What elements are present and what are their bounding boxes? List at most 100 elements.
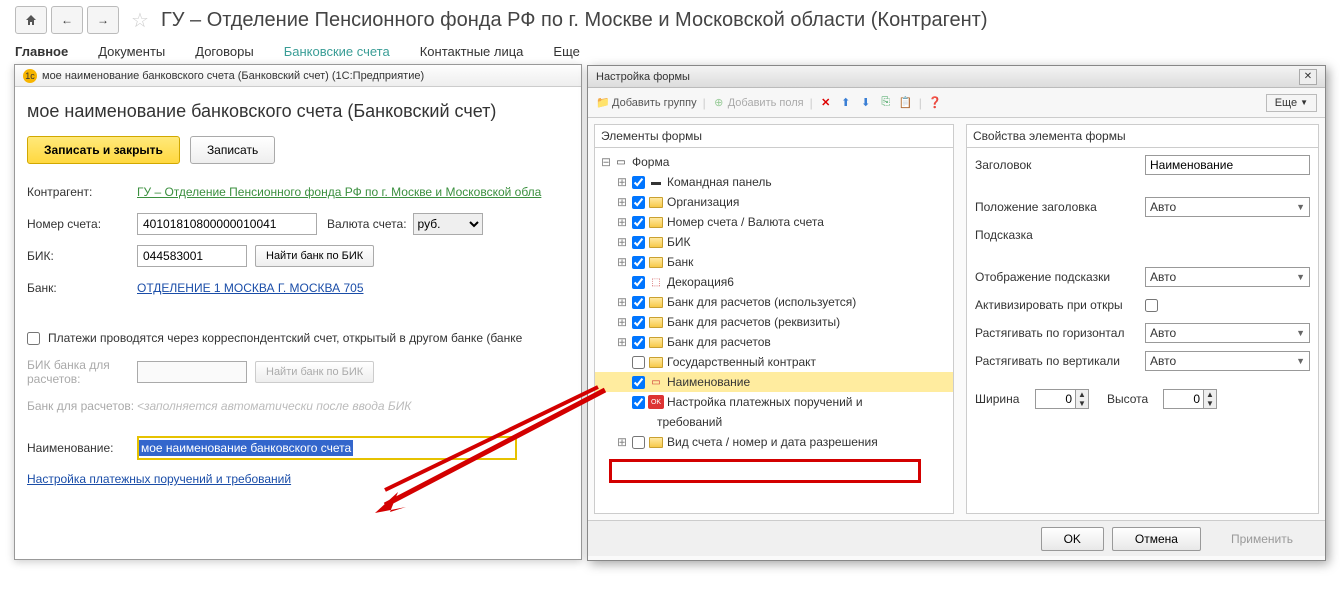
tree-item[interactable]: ⬚Декорация6 [595, 272, 953, 292]
tree-item[interactable]: ⊞БИК [595, 232, 953, 252]
tree-checkbox[interactable] [632, 356, 645, 369]
tree-checkbox[interactable] [632, 336, 645, 349]
find-bank-button[interactable]: Найти банк по БИК [255, 245, 374, 267]
label-counterparty: Контрагент: [27, 185, 137, 199]
more-menu-button[interactable]: Еще▼ [1266, 94, 1317, 112]
chevron-down-icon: ▼ [1296, 356, 1305, 366]
ok-icon: OK [648, 395, 664, 409]
folder-icon [648, 195, 664, 209]
tree-root[interactable]: ⊟▭Форма [595, 152, 953, 172]
tree-item[interactable]: ⊞▬Командная панель [595, 172, 953, 192]
tree-item[interactable]: ⊞Вид счета / номер и дата разрешения [595, 432, 953, 452]
tree-checkbox[interactable] [632, 276, 645, 289]
prop-input-height[interactable] [1163, 389, 1203, 409]
expand-icon[interactable]: ⊞ [615, 195, 629, 209]
tree-item[interactable]: Государственный контракт [595, 352, 953, 372]
input-bik2[interactable] [137, 361, 247, 383]
prop-input-width[interactable] [1035, 389, 1075, 409]
input-name[interactable]: мое наименование банковского счета [137, 436, 517, 460]
cancel-button[interactable]: Отмена [1112, 527, 1201, 551]
add-group-button[interactable]: 📁Добавить группу [596, 96, 697, 110]
tab-main[interactable]: Главное [15, 44, 68, 59]
tree-item-cont: требований [595, 412, 953, 432]
save-and-close-button[interactable]: Записать и закрыть [27, 136, 180, 164]
annotation-highlight [609, 459, 921, 483]
expand-icon[interactable]: ⊞ [615, 315, 629, 329]
expand-icon[interactable]: ⊞ [615, 175, 629, 189]
favorite-star-icon[interactable]: ☆ [131, 8, 149, 33]
tree-item[interactable]: OKНастройка платежных поручений и [595, 392, 953, 412]
folder-icon [648, 295, 664, 309]
app-icon: 1c [23, 69, 37, 83]
dialog-title: мое наименование банковского счета (Банк… [42, 70, 424, 82]
move-down-icon[interactable]: ⬇ [859, 96, 873, 110]
spinner[interactable]: ▲▼ [1203, 389, 1217, 409]
tree-checkbox[interactable] [632, 296, 645, 309]
spinner[interactable]: ▲▼ [1075, 389, 1089, 409]
tree-item-name[interactable]: ▭Наименование [595, 372, 953, 392]
tree-checkbox[interactable] [632, 396, 645, 409]
move-up-icon[interactable]: ⬆ [839, 96, 853, 110]
folder-icon [648, 235, 664, 249]
expand-icon[interactable]: ⊞ [615, 435, 629, 449]
tab-bank-accounts[interactable]: Банковские счета [284, 44, 390, 59]
paste-icon[interactable]: 📋 [899, 96, 913, 110]
checkbox-correspondent[interactable] [27, 332, 40, 345]
tree-checkbox[interactable] [632, 316, 645, 329]
help-icon[interactable]: ❓ [928, 96, 942, 110]
tree-checkbox[interactable] [632, 376, 645, 389]
input-bik[interactable] [137, 245, 247, 267]
forward-button[interactable]: → [87, 6, 119, 34]
add-icon: ⊕ [712, 96, 726, 110]
copy-icon[interactable]: ⎘ [879, 96, 893, 110]
tree-checkbox[interactable] [632, 436, 645, 449]
tree-checkbox[interactable] [632, 236, 645, 249]
form-icon: ▭ [613, 155, 629, 169]
collapse-icon[interactable]: ⊟ [599, 155, 613, 169]
prop-select-title-pos[interactable]: Авто▼ [1145, 197, 1310, 217]
expand-icon[interactable]: ⊞ [615, 235, 629, 249]
expand-icon[interactable]: ⊞ [615, 335, 629, 349]
apply-button[interactable]: Применить [1209, 527, 1315, 551]
tree-item[interactable]: ⊞Организация [595, 192, 953, 212]
tree-checkbox[interactable] [632, 196, 645, 209]
tree-item[interactable]: ⊞Банк для расчетов (используется) [595, 292, 953, 312]
prop-select-stretch-h[interactable]: Авто▼ [1145, 323, 1310, 343]
prop-select-hint-disp[interactable]: Авто▼ [1145, 267, 1310, 287]
prop-checkbox-activate[interactable] [1145, 299, 1158, 312]
expand-icon[interactable]: ⊞ [615, 215, 629, 229]
delete-icon[interactable]: ✕ [819, 96, 833, 110]
home-button[interactable] [15, 6, 47, 34]
settings-title: Настройка формы [596, 71, 690, 83]
save-button[interactable]: Записать [190, 136, 275, 164]
expand-icon[interactable]: ⊞ [615, 255, 629, 269]
value-counterparty[interactable]: ГУ – Отделение Пенсионного фонда РФ по г… [137, 185, 541, 199]
link-bank[interactable]: ОТДЕЛЕНИЕ 1 МОСКВА Г. МОСКВА 705 [137, 281, 364, 295]
tab-documents[interactable]: Документы [98, 44, 165, 59]
prop-label-stretch-h: Растягивать по горизонтал [975, 326, 1145, 340]
tree-item[interactable]: ⊞Банк [595, 252, 953, 272]
link-payment-settings[interactable]: Настройка платежных поручений и требован… [27, 472, 291, 486]
tree-checkbox[interactable] [632, 256, 645, 269]
select-currency[interactable]: руб. [413, 213, 483, 235]
tab-contacts[interactable]: Контактные лица [420, 44, 524, 59]
prop-input-title[interactable] [1145, 155, 1310, 175]
tab-more[interactable]: Еще [553, 44, 579, 59]
close-button[interactable]: ✕ [1299, 69, 1317, 85]
tab-contracts[interactable]: Договоры [195, 44, 253, 59]
tree-item[interactable]: ⊞Номер счета / Валюта счета [595, 212, 953, 232]
form-settings-dialog: Настройка формы ✕ 📁Добавить группу | ⊕До… [587, 65, 1326, 561]
tree-checkbox[interactable] [632, 216, 645, 229]
prop-label-title-pos: Положение заголовка [975, 200, 1145, 214]
prop-select-stretch-v[interactable]: Авто▼ [1145, 351, 1310, 371]
tree-item[interactable]: ⊞Банк для расчетов [595, 332, 953, 352]
tree-item[interactable]: ⊞Банк для расчетов (реквизиты) [595, 312, 953, 332]
expand-icon[interactable]: ⊞ [615, 295, 629, 309]
input-account-number[interactable] [137, 213, 317, 235]
label-bik2: БИК банка для расчетов: [27, 358, 137, 386]
back-button[interactable]: ← [51, 6, 83, 34]
page-title: ГУ – Отделение Пенсионного фонда РФ по г… [161, 9, 988, 32]
ok-button[interactable]: OK [1041, 527, 1104, 551]
find-bank2-button[interactable]: Найти банк по БИК [255, 361, 374, 383]
tree-checkbox[interactable] [632, 176, 645, 189]
